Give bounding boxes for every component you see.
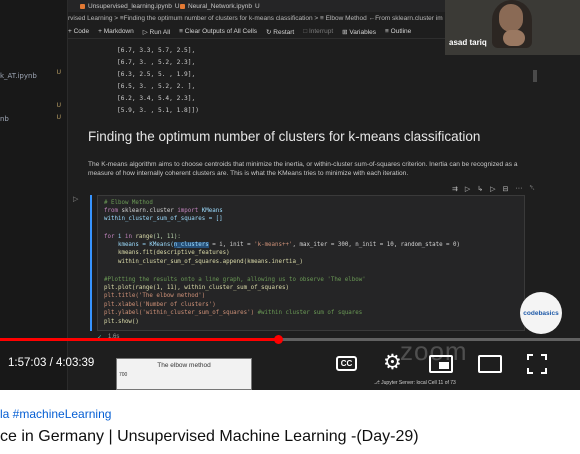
output-line: [6.5, 3. , 5.2, 2. ], xyxy=(117,83,196,90)
miniplayer-icon xyxy=(439,362,449,369)
video-title: ce in Germany | Unsupervised Machine Lea… xyxy=(0,428,419,445)
presenter-name: asad tariq xyxy=(449,38,487,47)
interrupt-button[interactable]: □ Interrupt xyxy=(303,28,333,35)
add-code-button[interactable]: + Code xyxy=(68,28,89,35)
gear-icon[interactable]: ⚙ xyxy=(383,352,402,373)
video-player[interactable]: k_AT.ipynb U nb U U Unsupervised_learnin… xyxy=(0,0,580,390)
code-line: from sklearn.cluster import KMeans xyxy=(104,208,223,214)
code-line: plt.title('The elbow method') xyxy=(104,293,206,299)
code-line: within_cluster_sum_of_squares = [] xyxy=(104,216,223,222)
tab-label: Neural_Network.ipynb xyxy=(188,3,252,10)
code-token: i xyxy=(114,234,125,240)
presenter-face xyxy=(499,4,523,32)
tab-neural-network[interactable]: Neural_Network.ipynb U xyxy=(180,1,260,12)
output-line: [5.9, 3. , 5.1, 1.8]]) xyxy=(117,107,199,114)
webcam-overlay: asad tariq xyxy=(445,0,580,55)
add-markdown-button[interactable]: + Markdown xyxy=(98,28,134,35)
code-token: in xyxy=(124,234,132,240)
codebasics-logo: codebasics xyxy=(520,292,562,334)
code-token: 'k-means++' xyxy=(254,242,293,248)
code-token: = i, init = xyxy=(208,242,255,248)
output-line: [6.3, 2.5, 5. , 1.9], xyxy=(117,71,196,78)
code-line: plt.ylabel('within_cluster_sum_of_square… xyxy=(104,310,362,316)
code-token: import xyxy=(177,208,199,214)
scrubber-handle[interactable] xyxy=(274,335,284,344)
video-hashtags[interactable]: la #machineLearning xyxy=(0,407,111,421)
cell-focus-bar xyxy=(90,195,92,331)
split-cell-icon[interactable]: ⇉ xyxy=(452,185,458,193)
tab-badge: U xyxy=(174,3,180,10)
cell-toolbar: ⇉ ▷ ↳ ▷ ⊟ ··· ␡ xyxy=(452,185,535,193)
fullscreen-icon[interactable] xyxy=(527,354,547,374)
code-token: for xyxy=(104,234,115,240)
run-all-button[interactable]: ▷ Run All xyxy=(143,28,170,36)
code-line: within_cluster_sum_of_squares.append(kme… xyxy=(104,259,303,265)
code-line: # Elbow Method xyxy=(104,200,153,206)
run-below-icon[interactable]: ↳ xyxy=(477,185,483,193)
code-token: kmeans = KMeans( xyxy=(104,242,174,248)
file-badge: U xyxy=(56,115,61,121)
variables-button[interactable]: ⊞ Variables xyxy=(342,28,376,36)
captions-button[interactable]: CC xyxy=(336,356,357,371)
explorer-file[interactable]: nb xyxy=(0,115,9,123)
code-token: plt.ylabel('within_cluster_sum_of_square… xyxy=(104,310,255,316)
restart-button[interactable]: ↻ Restart xyxy=(266,28,294,36)
tab-badge: U xyxy=(254,3,260,10)
code-line: for i in range(1, 11): xyxy=(104,234,181,240)
run-above-icon[interactable]: ▷ xyxy=(465,185,470,193)
thumb-axis: 700 xyxy=(119,372,128,378)
output-line: [6.2, 3.4, 5.4, 2.3], xyxy=(117,95,196,102)
file-explorer: k_AT.ipynb U nb U U xyxy=(0,0,68,390)
run-cell-button[interactable]: ▷ xyxy=(73,195,78,203)
code-token: n_clusters xyxy=(173,242,209,248)
code-token: (1, 11): xyxy=(152,234,181,240)
delete-icon[interactable]: ␡ xyxy=(529,185,535,193)
code-line: plt.show() xyxy=(104,319,139,325)
code-line: #Plotting the results onto a line graph,… xyxy=(104,277,366,283)
status-bar: ⎇ Jupyter Server: local Cell 11 of 73 xyxy=(374,380,456,386)
markdown-paragraph: The K-means algorithm aims to choose cen… xyxy=(88,161,518,177)
tab-unsupervised-learning[interactable]: Unsupervised_learning.ipynb U xyxy=(80,1,180,12)
progress-bar[interactable] xyxy=(0,335,580,344)
tab-label: Unsupervised_learning.ipynb xyxy=(88,3,172,10)
output-line: [6.7, 3.3, 5.7, 2.5], xyxy=(117,47,196,54)
output-line: [6.7, 3. , 5.2, 2.3], xyxy=(117,59,196,66)
file-badge: U xyxy=(56,70,61,76)
code-token: from xyxy=(104,208,118,214)
code-token: range xyxy=(131,234,153,240)
thumb-title: The elbow method xyxy=(157,362,211,369)
code-token: sklearn.cluster xyxy=(117,208,178,214)
code-line: kmeans.fit(descriptive_features) xyxy=(104,250,230,256)
code-line: kmeans = KMeans(n_clusters = i, init = '… xyxy=(104,242,460,248)
code-token: #within cluster sum of squares xyxy=(254,310,363,316)
code-token: , max_iter = 300, n_init = 10, random_st… xyxy=(292,242,461,248)
code-line: plt.xlabel('Number of clusters') xyxy=(104,302,216,308)
code-token: KMeans xyxy=(198,208,223,214)
collapse-icon[interactable]: ⊟ xyxy=(503,185,509,193)
explorer-file[interactable]: k_AT.ipynb xyxy=(0,72,37,80)
markdown-heading: Finding the optimum number of clusters f… xyxy=(88,129,481,144)
notebook-icon xyxy=(80,4,85,9)
notebook-icon xyxy=(180,4,185,9)
time-display: 1:57:03 / 4:03:39 xyxy=(8,357,95,369)
run-cell-icon[interactable]: ▷ xyxy=(490,185,495,193)
progress-fill xyxy=(0,338,279,341)
theater-mode-button[interactable] xyxy=(478,355,502,373)
code-line: plt.plot(range(1, 11), within_cluster_su… xyxy=(104,285,289,291)
miniplayer-button[interactable] xyxy=(429,355,453,373)
clear-outputs-button[interactable]: ≡ Clear Outputs of All Cells xyxy=(179,28,257,35)
preview-thumbnail: The elbow method 700 xyxy=(116,358,252,390)
presenter-hands xyxy=(503,30,525,46)
scrollbar[interactable] xyxy=(533,70,537,82)
outline-button[interactable]: ≡ Outline xyxy=(385,28,411,35)
more-icon[interactable]: ··· xyxy=(515,185,522,193)
file-badge: U xyxy=(56,103,61,109)
